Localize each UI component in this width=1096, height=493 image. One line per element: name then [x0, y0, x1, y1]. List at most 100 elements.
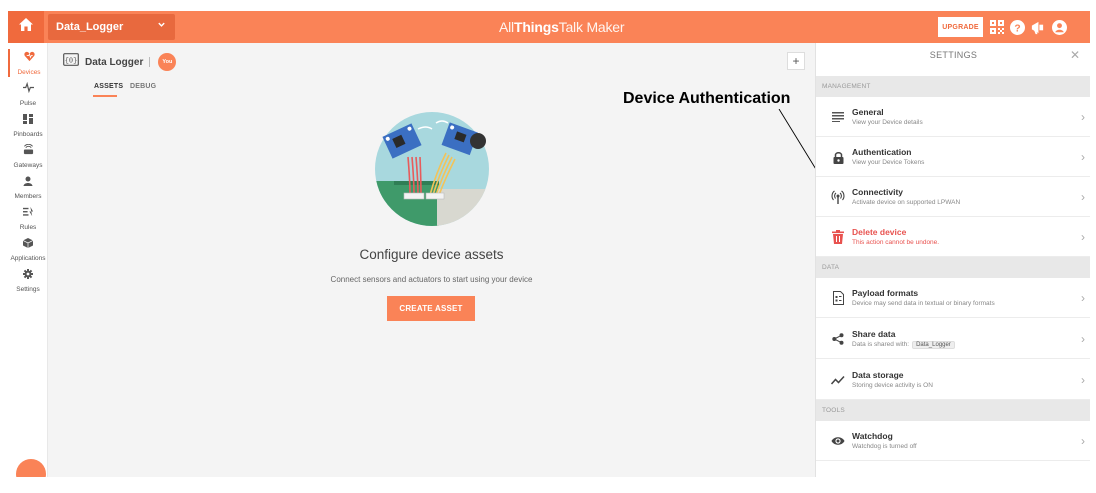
nav-item-settings[interactable]: Settings — [8, 266, 48, 294]
nav-item-applications[interactable]: Applications — [8, 235, 48, 263]
nav-label: Settings — [16, 286, 40, 293]
lock-icon — [830, 149, 846, 165]
main-content: {0} Data Logger You + ASSETS DEBUG Confi… — [49, 43, 835, 477]
pinboard-icon — [23, 111, 33, 129]
settings-row-storage[interactable]: Data storage Storing device activity is … — [816, 360, 1090, 400]
chevron-right-icon: › — [1081, 230, 1085, 244]
nav-label: Gateways — [13, 162, 43, 169]
settings-row-authentication[interactable]: Authentication View your Device Tokens › — [816, 137, 1090, 177]
list-lines-icon — [830, 109, 846, 125]
brand-things: Things — [513, 19, 559, 35]
device-selector[interactable]: Data_Logger — [48, 14, 175, 40]
cube-icon — [22, 235, 34, 253]
device-title: Data Logger — [85, 56, 144, 68]
left-nav: Devices Pulse Pinboards Gateways Members… — [8, 43, 48, 477]
row-title: Payload formats — [852, 288, 919, 298]
top-bar: Data_Logger AllThingsTalk Maker UPGRADE … — [8, 11, 1090, 43]
nav-item-rules[interactable]: Rules — [8, 204, 48, 232]
trash-icon — [830, 229, 846, 245]
nav-item-pinboards[interactable]: Pinboards — [8, 111, 48, 139]
gateway-icon — [23, 142, 34, 160]
row-subtitle: Device may send data in textual or binar… — [852, 300, 995, 307]
settings-panel: SETTINGS ✕ MANAGEMENT General View your … — [815, 43, 1090, 477]
device-heart-icon — [23, 49, 35, 67]
chevron-right-icon: › — [1081, 110, 1085, 124]
title-divider — [149, 57, 151, 67]
active-tab-indicator — [93, 95, 117, 97]
owner-badge: You — [158, 53, 177, 71]
share-icon — [830, 331, 846, 347]
nav-label: Pulse — [19, 100, 37, 107]
chevron-right-icon: › — [1081, 373, 1085, 387]
empty-state-subtitle: Connect sensors and actuators to start u… — [330, 275, 533, 284]
row-title: Authentication — [852, 147, 912, 157]
upgrade-button[interactable]: UPGRADE — [938, 17, 983, 37]
announcement-icon[interactable] — [1029, 19, 1045, 35]
row-subtitle: View your Device details — [852, 119, 923, 126]
nav-label: Members — [14, 193, 42, 200]
home-icon — [19, 18, 33, 36]
tab-debug[interactable]: DEBUG — [130, 83, 156, 90]
settings-row-delete[interactable]: Delete device This action cannot be undo… — [816, 217, 1090, 257]
add-button[interactable]: + — [787, 52, 805, 70]
app-window: Data_Logger AllThingsTalk Maker UPGRADE … — [8, 11, 1090, 477]
nav-label: Pinboards — [13, 131, 43, 138]
settings-title: SETTINGS — [929, 50, 978, 60]
section-management: MANAGEMENT — [816, 76, 1090, 97]
chevron-right-icon: › — [1081, 150, 1085, 164]
close-icon[interactable]: ✕ — [1070, 48, 1080, 62]
person-icon — [23, 173, 33, 191]
nav-item-devices[interactable]: Devices — [8, 49, 48, 77]
empty-state-title: Configure device assets — [359, 247, 504, 262]
devices-illustration — [374, 111, 490, 232]
row-title: Delete device — [852, 227, 907, 237]
home-button[interactable] — [8, 11, 44, 43]
brand-logo: AllThingsTalk Maker — [499, 19, 625, 35]
help-icon[interactable]: ? — [1009, 19, 1025, 35]
tab-assets[interactable]: ASSETS — [94, 83, 123, 90]
nav-label: Devices — [17, 69, 41, 76]
create-asset-button[interactable]: CREATE ASSET — [387, 296, 475, 321]
chevron-right-icon: › — [1081, 291, 1085, 305]
svg-text:{0}: {0} — [65, 58, 78, 66]
settings-row-payload[interactable]: Payload formats Device may send data in … — [816, 278, 1090, 318]
chevron-right-icon: › — [1081, 434, 1085, 448]
row-title: Connectivity — [852, 187, 904, 197]
annotation-label: Device Authentication — [623, 90, 791, 107]
device-header: {0} Data Logger You — [63, 53, 177, 71]
settings-row-watchdog[interactable]: Watchdog Watchdog is turned off › — [816, 421, 1090, 461]
row-title: Share data — [852, 329, 896, 339]
account-icon[interactable] — [1051, 19, 1067, 35]
svg-text:?: ? — [1014, 23, 1020, 34]
row-title: General — [852, 107, 884, 117]
row-title: Data storage — [852, 370, 904, 380]
row-subtitle: View your Device Tokens — [852, 159, 925, 166]
brand-all: All — [499, 19, 514, 35]
settings-row-share[interactable]: Share data Data is shared with: Data_Logg… — [816, 319, 1090, 359]
row-subtitle: Storing device activity is ON — [852, 382, 933, 389]
row-subtitle: This action cannot be undone. — [852, 239, 940, 246]
device-board-icon: {0} — [63, 53, 79, 71]
settings-row-general[interactable]: General View your Device details › — [816, 97, 1090, 137]
row-title: Watchdog — [852, 431, 893, 441]
device-selector-label: Data_Logger — [56, 21, 124, 33]
chevron-down-icon — [157, 20, 166, 32]
section-tools: TOOLS — [816, 400, 1090, 421]
qr-code-icon[interactable] — [989, 19, 1005, 35]
trend-line-icon — [830, 372, 846, 388]
row-subtitle: Data is shared with: Data_Logger — [852, 341, 955, 349]
brand-talk: Talk — [558, 19, 583, 35]
nav-item-gateways[interactable]: Gateways — [8, 142, 48, 170]
chevron-right-icon: › — [1081, 332, 1085, 346]
eye-icon — [830, 433, 846, 449]
share-subtitle-text: Data is shared with: — [852, 341, 910, 348]
chevron-right-icon: › — [1081, 190, 1085, 204]
plus-icon: + — [792, 54, 800, 68]
row-subtitle: Watchdog is turned off — [852, 443, 917, 450]
nav-item-members[interactable]: Members — [8, 173, 48, 201]
nav-label: Rules — [19, 224, 37, 231]
settings-row-connectivity[interactable]: Connectivity Activate device on supporte… — [816, 177, 1090, 217]
nav-label: Applications — [10, 255, 46, 262]
nav-item-pulse[interactable]: Pulse — [8, 80, 48, 108]
gear-icon — [23, 266, 33, 284]
